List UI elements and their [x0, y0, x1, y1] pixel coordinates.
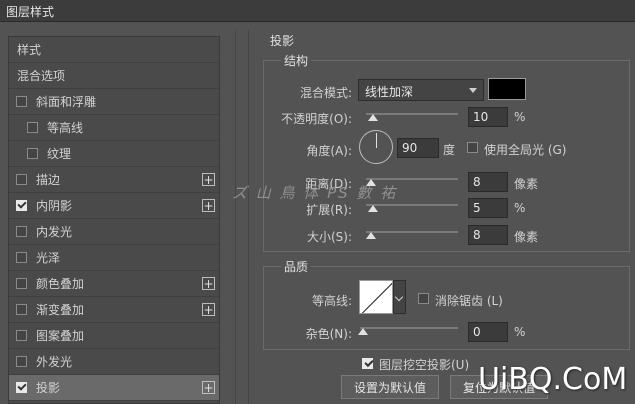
- spread-slider-thumb[interactable]: [368, 205, 378, 212]
- opacity-unit: %: [514, 110, 526, 124]
- panel-title: 投影: [270, 34, 295, 48]
- sidebar-item-label: 描边: [36, 173, 61, 187]
- divider: [248, 30, 249, 404]
- blend-mode-value: 线性加深: [365, 85, 414, 99]
- sidebar-item-outer-glow[interactable]: 外发光: [9, 349, 219, 375]
- spread-slider-track[interactable]: [366, 204, 458, 206]
- color-overlay-checkbox[interactable]: [16, 278, 27, 289]
- sidebar-item-drop-shadow[interactable]: 投影 +: [9, 375, 219, 401]
- sidebar-item-satin[interactable]: 光泽: [9, 245, 219, 271]
- sidebar-item-label: 投影: [36, 381, 61, 395]
- spread-label: 扩展(R):: [306, 203, 352, 217]
- sidebar-item-gradient-overlay[interactable]: 渐变叠加 +: [9, 297, 219, 323]
- style-list: 样式 混合选项 斜面和浮雕 等高线 纹理 描边 + 内阴影 + 内发光 光泽 颜色叠…: [8, 36, 220, 404]
- chevron-down-icon: [469, 88, 477, 93]
- spread-unit: %: [514, 201, 526, 215]
- stroke-checkbox[interactable]: [16, 174, 27, 185]
- sidebar-item-styles[interactable]: 样式: [9, 37, 219, 63]
- angle-unit: 度: [443, 143, 456, 157]
- outer-glow-checkbox[interactable]: [16, 356, 27, 367]
- anti-alias-label: 消除锯齿 (L): [435, 294, 503, 308]
- shadow-color-swatch[interactable]: [488, 78, 526, 100]
- bevel-emboss-checkbox[interactable]: [16, 96, 27, 107]
- distance-input[interactable]: 8: [468, 172, 508, 192]
- size-slider-track[interactable]: [366, 231, 458, 233]
- blend-mode-label: 混合模式:: [299, 86, 352, 100]
- spread-input[interactable]: 5: [468, 198, 508, 218]
- title-bar: 图层样式: [0, 0, 635, 22]
- sidebar-item-label: 图案叠加: [36, 329, 85, 343]
- texture-checkbox[interactable]: [27, 148, 38, 159]
- noise-input[interactable]: 0: [468, 322, 508, 342]
- sidebar-item-label: 混合选项: [17, 69, 66, 83]
- use-global-light-label: 使用全局光 (G): [484, 143, 567, 157]
- distance-slider-track[interactable]: [366, 178, 458, 180]
- add-stroke-plus-icon[interactable]: +: [202, 173, 215, 186]
- sidebar-item-inner-shadow[interactable]: 内阴影 +: [9, 193, 219, 219]
- distance-unit: 像素: [514, 177, 539, 191]
- contour-label: 等高线:: [311, 294, 352, 308]
- watermark-text: ズ 山 鳥 体 PS 數 祐: [232, 184, 398, 202]
- layer-knocks-out-shadow-label: 图层挖空投影(U): [379, 358, 470, 372]
- pattern-overlay-checkbox[interactable]: [16, 330, 27, 341]
- sidebar-item-pattern-overlay[interactable]: 图案叠加: [9, 323, 219, 349]
- sidebar-item-label: 样式: [17, 43, 42, 57]
- contour-dropdown[interactable]: [393, 280, 406, 314]
- noise-slider-track[interactable]: [360, 327, 458, 329]
- sidebar-item-inner-glow[interactable]: 内发光: [9, 219, 219, 245]
- satin-checkbox[interactable]: [16, 252, 27, 263]
- angle-input[interactable]: 90: [397, 138, 439, 158]
- noise-slider-thumb[interactable]: [358, 328, 368, 335]
- sidebar-item-bevel-emboss[interactable]: 斜面和浮雕: [9, 89, 219, 115]
- sidebar-item-label: 内发光: [36, 225, 73, 239]
- sidebar-item-label: 颜色叠加: [36, 277, 85, 291]
- window-title: 图层样式: [6, 5, 55, 19]
- site-logo: UiBQ.CoM: [478, 362, 628, 397]
- sidebar-item-color-overlay[interactable]: 颜色叠加 +: [9, 271, 219, 297]
- add-gradient-overlay-plus-icon[interactable]: +: [202, 303, 215, 316]
- anti-alias-checkbox[interactable]: [418, 293, 429, 304]
- noise-unit: %: [514, 325, 526, 339]
- size-input[interactable]: 8: [468, 225, 508, 245]
- noise-label: 杂色(N):: [305, 327, 352, 341]
- sidebar-item-stroke[interactable]: 描边 +: [9, 167, 219, 193]
- sidebar-item-label: 光泽: [36, 251, 61, 265]
- opacity-label: 不透明度(O):: [281, 112, 352, 126]
- sidebar-item-blending-options[interactable]: 混合选项: [9, 63, 219, 89]
- inner-glow-checkbox[interactable]: [16, 226, 27, 237]
- sidebar-item-label: 纹理: [47, 147, 72, 161]
- add-drop-shadow-plus-icon[interactable]: +: [202, 381, 215, 394]
- layer-knocks-out-shadow-checkbox[interactable]: [362, 358, 373, 369]
- opacity-slider-track[interactable]: [366, 113, 458, 115]
- size-label: 大小(S):: [306, 230, 352, 244]
- sidebar-item-label: 内阴影: [36, 199, 73, 213]
- contour-preview[interactable]: [359, 280, 393, 314]
- add-inner-shadow-plus-icon[interactable]: +: [202, 199, 215, 212]
- opacity-slider-thumb[interactable]: [368, 114, 378, 121]
- angle-label: 角度(A):: [306, 144, 352, 158]
- sidebar-item-label: 斜面和浮雕: [36, 95, 97, 109]
- add-color-overlay-plus-icon[interactable]: +: [202, 277, 215, 290]
- drop-shadow-checkbox[interactable]: [16, 382, 27, 393]
- blend-mode-select[interactable]: 线性加深: [358, 79, 484, 101]
- angle-dial[interactable]: [359, 130, 393, 164]
- quality-group-title: 品质: [281, 258, 312, 275]
- inner-shadow-checkbox[interactable]: [16, 200, 27, 211]
- gradient-overlay-checkbox[interactable]: [16, 304, 27, 315]
- size-slider-thumb[interactable]: [366, 232, 376, 239]
- structure-group-title: 结构: [281, 52, 312, 69]
- contour-checkbox[interactable]: [27, 122, 38, 133]
- sidebar-item-texture[interactable]: 纹理: [9, 141, 219, 167]
- use-global-light-checkbox[interactable]: [467, 142, 478, 153]
- size-unit: 像素: [514, 230, 539, 244]
- opacity-input[interactable]: 10: [468, 107, 508, 127]
- make-default-button[interactable]: 设置为默认值: [341, 375, 439, 399]
- sidebar-item-label: 渐变叠加: [36, 303, 85, 317]
- sidebar-item-label: 等高线: [47, 121, 84, 135]
- sidebar-item-contour[interactable]: 等高线: [9, 115, 219, 141]
- sidebar-item-label: 外发光: [36, 355, 73, 369]
- divider: [235, 30, 236, 404]
